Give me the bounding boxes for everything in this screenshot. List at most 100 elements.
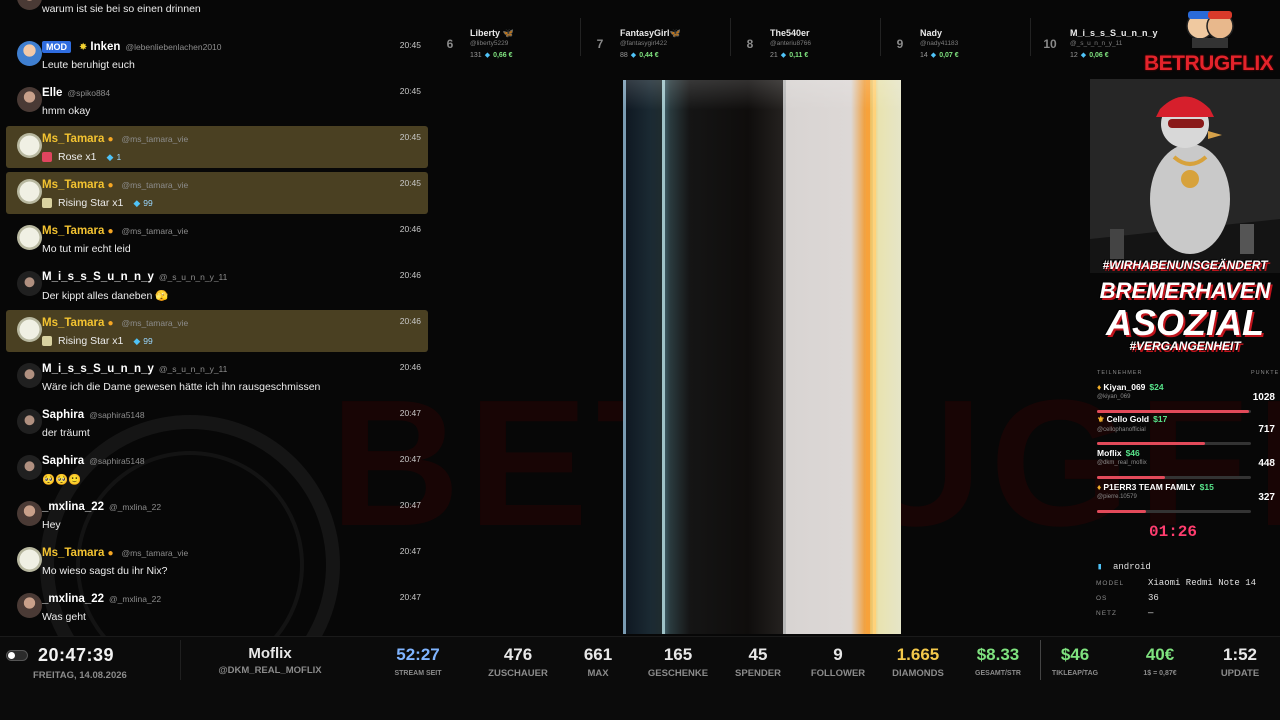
avatar[interactable] (17, 87, 42, 112)
avatar[interactable] (17, 455, 42, 480)
avatar[interactable] (17, 593, 42, 618)
chat-text: Hey (42, 519, 61, 531)
brand-mascot-faces-icon (1186, 11, 1234, 48)
participant-icon: ⚜ (1097, 414, 1105, 424)
leaderboard-entry[interactable]: 7 FantasyGirl🦋 @fantasygirl422 88 ◆ 0,44 € (590, 24, 730, 64)
participant-money: $15 (1199, 482, 1214, 492)
android-icon: ▮ (1097, 562, 1103, 572)
diamond-icon: ◆ (780, 52, 787, 59)
avatar[interactable] (17, 271, 42, 296)
chat-text: Was geht (42, 611, 86, 623)
stat-tile: 52:27 STREAM SEIT (378, 645, 458, 677)
leaderboard-count: 131 (470, 52, 482, 59)
stream-overlay: BETRUGFLIX Elle@spiko88420:44warum ist s… (0, 0, 1280, 720)
stat-label: GESCHENKE (647, 668, 709, 679)
chat-message: Ms_Tamara ● @ms_tamara_vie 20:45 Rising Star… (6, 172, 428, 214)
chat-handle: @_mxlina_22 (109, 594, 162, 604)
participant-icon: ♦ (1097, 382, 1102, 392)
chat-username[interactable]: M_i_s_s_S_u_n_n_y (42, 271, 154, 283)
chat-time: 20:47 (399, 546, 421, 556)
avatar[interactable] (17, 363, 42, 388)
avatar[interactable] (17, 133, 42, 158)
avatar[interactable] (17, 179, 42, 204)
chat-handle: @saphira5148 (89, 410, 145, 420)
participant-name: Kiyan_069 (1103, 382, 1146, 392)
chat-handle: @ms_tamara_vie (121, 134, 189, 144)
stat-label: GESAMT/STR (975, 670, 1021, 677)
tag-main-1: BREMERHAVEN (1099, 278, 1271, 303)
chat-handle: @spiko884 (67, 88, 111, 98)
avatar[interactable] (17, 317, 42, 342)
streamer-handle: @DKM_REAL_MOFLIX (218, 665, 322, 676)
diamond-icon: ◆ (1080, 52, 1087, 59)
chat-username[interactable]: Ms_Tamara (42, 225, 104, 237)
participant-progress (1097, 510, 1251, 513)
theme-toggle[interactable] (6, 650, 28, 661)
leaderboard-money: 0,07 € (939, 52, 959, 59)
avatar[interactable] (17, 409, 42, 434)
participant-points: 448 (1258, 458, 1275, 469)
avatar[interactable] (17, 547, 42, 572)
leaderboard-entry[interactable]: 6 Liberty 🦋 @liberty5229 131 ◆ 0,66 € (440, 24, 580, 64)
leaderboard-money: 0,06 € (1089, 52, 1109, 59)
avatar[interactable] (17, 0, 42, 10)
participant-handle: @kiyan_069 (1097, 394, 1131, 400)
stat-label: DIAMONDS (892, 668, 944, 679)
chat-username[interactable]: Inken (90, 41, 120, 53)
leaderboard-rank: 8 (746, 37, 754, 51)
stat-tile: $46 TIKLEAP/TAG (1035, 645, 1115, 677)
avatar[interactable] (17, 225, 42, 250)
platform-value: android (1113, 562, 1151, 572)
diamond-icon: ◆ (930, 52, 937, 59)
avatar[interactable] (17, 501, 42, 526)
tag-main-2: ASOZIAL (1106, 302, 1264, 343)
participant-row[interactable]: ⚜ Cello Gold $17 @cellophanofficial 717 (1097, 414, 1277, 450)
chat-text: Der kippt alles daneben 🫣 (42, 290, 169, 302)
leaderboard-name: FantasyGirl🦋 (620, 28, 681, 38)
participants-header: TEILNEHMER (1097, 370, 1143, 376)
chat-username[interactable]: Elle (42, 87, 62, 99)
participant-points: 1028 (1252, 392, 1275, 403)
stat-value: 661 (583, 645, 613, 664)
chat-message: Elle @spiko884 20:45 hmm okay (6, 80, 428, 122)
smiley-icon: ● (107, 179, 114, 191)
leaderboard-rank: 10 (1043, 37, 1057, 51)
video-stream[interactable] (623, 80, 901, 634)
participant-row[interactable]: Moflix $46 @dkm_real_moflix 448 (1097, 448, 1277, 484)
participant-row[interactable]: ♦ Kiyan_069 $24 @kiyan_069 1028 (1097, 382, 1277, 418)
chat-time: 20:45 (399, 86, 421, 96)
chat-username[interactable]: Ms_Tamara (42, 133, 104, 145)
leaderboard-count: 12 (1070, 52, 1078, 59)
leaderboard-divider (580, 18, 581, 56)
stat-label: ZUSCHAUER (488, 668, 548, 679)
leaderboard-name: The540er (770, 28, 810, 38)
stat-tile: 45 SPENDER (718, 645, 798, 679)
leaderboard-count: 88 (620, 52, 628, 59)
chat-panel[interactable]: Elle@spiko88420:44warum ist sie bei so e… (0, 0, 432, 636)
leaderboard-rank: 9 (896, 37, 904, 51)
chat-message: Saphira @saphira5148 20:47 der träumt (6, 402, 428, 444)
participant-money: $24 (1149, 382, 1164, 392)
avatar[interactable] (17, 41, 42, 66)
chat-handle: @ms_tamara_vie (121, 318, 189, 328)
participant-row[interactable]: ♦ P1ERR3 TEAM FAMILY $15 @pierre.10579 327 (1097, 482, 1277, 518)
chat-username[interactable]: Ms_Tamara (42, 317, 104, 329)
chat-username[interactable]: M_i_s_s_S_u_n_n_y (42, 363, 154, 375)
chat-username[interactable]: _mxlina_22 (42, 501, 104, 513)
os-label: OS (1096, 595, 1108, 602)
leaderboard-handle: @anteriu8766 (770, 40, 811, 47)
stat-label: TIKLEAP/TAG (1051, 670, 1099, 677)
leaderboard-entry[interactable]: 9 Nady @nady41183 14 ◆ 0,07 € (890, 24, 1030, 64)
leaderboard-handle: @_s_u_n_n_y_11 (1070, 40, 1123, 47)
chat-username[interactable]: Saphira (42, 409, 84, 421)
chat-handle: @ms_tamara_vie (121, 180, 189, 190)
stat-label: FOLLOWER (810, 668, 866, 679)
clock: 20:47:39 (38, 645, 115, 665)
leaderboard-entry[interactable]: 8 The540er @anteriu8766 21 ◆ 0,11 € (740, 24, 880, 64)
chat-username[interactable]: Ms_Tamara (42, 547, 104, 559)
stat-tile: 165 GESCHENKE (638, 645, 718, 679)
chat-username[interactable]: Saphira (42, 455, 84, 467)
os-value: 36 (1148, 593, 1159, 603)
chat-username[interactable]: Ms_Tamara (42, 179, 104, 191)
chat-username[interactable]: _mxlina_22 (42, 593, 104, 605)
